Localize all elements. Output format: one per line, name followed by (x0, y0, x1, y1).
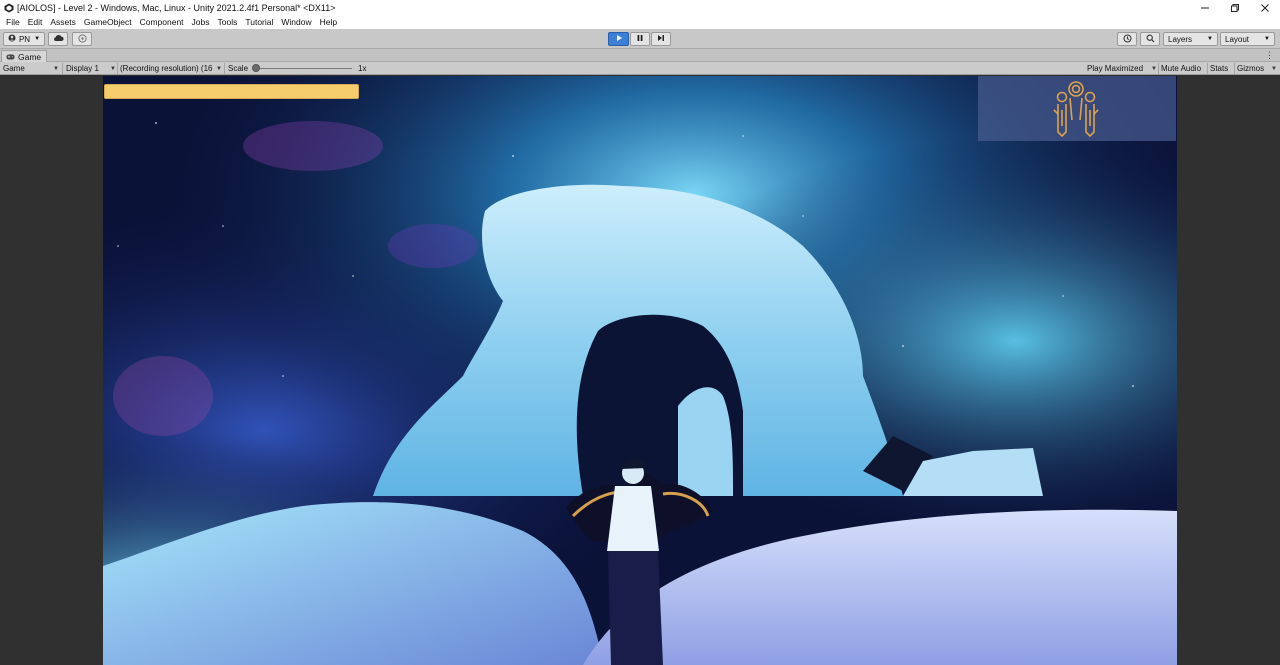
menu-help[interactable]: Help (316, 15, 341, 29)
unity-logo-icon (3, 2, 14, 13)
resolution-label: (Recording resolution) (16 (120, 64, 213, 73)
toolbar-divider (1234, 63, 1235, 74)
window-title: [AIOLOS] - Level 2 - Windows, Mac, Linux… (17, 2, 336, 13)
account-label: PN (18, 34, 31, 44)
play-button[interactable] (608, 32, 629, 46)
play-maximized-label: Play Maximized (1087, 64, 1144, 73)
history-icon (1123, 34, 1132, 45)
tab-game[interactable]: Game (1, 50, 47, 62)
health-bar (104, 84, 359, 99)
mute-audio-toggle[interactable]: Mute Audio (1161, 62, 1201, 75)
game-viewport[interactable] (0, 76, 1280, 665)
scale-slider-track[interactable] (256, 68, 352, 69)
chevron-down-icon: ▼ (53, 65, 59, 72)
collab-button[interactable] (72, 32, 92, 46)
step-icon (657, 34, 665, 44)
layers-label: Layers (1168, 34, 1193, 44)
menu-bar: File Edit Assets GameObject Component Jo… (0, 15, 1280, 29)
chevron-down-icon: ▼ (216, 65, 222, 72)
toolbar-divider (1158, 63, 1159, 74)
tab-game-label: Game (18, 51, 42, 62)
toolbar-divider (224, 63, 225, 74)
tab-menu-icon[interactable]: ⋮ (1265, 49, 1274, 62)
menu-edit[interactable]: Edit (24, 15, 47, 29)
gizmos-toggle[interactable]: Gizmos (1237, 62, 1264, 75)
menu-tools[interactable]: Tools (214, 15, 242, 29)
toolbar-divider (1207, 63, 1208, 74)
resolution-dropdown[interactable]: (Recording resolution) (16 ▼ (120, 62, 222, 75)
account-icon (8, 34, 16, 44)
menu-file[interactable]: File (2, 15, 24, 29)
restore-icon[interactable] (1220, 0, 1250, 15)
chevron-down-icon: ▼ (1264, 36, 1270, 42)
view-mode-dropdown[interactable]: Game ▼ (3, 62, 59, 75)
menu-component[interactable]: Component (136, 15, 188, 29)
menu-window[interactable]: Window (277, 15, 315, 29)
chevron-down-icon[interactable]: ▼ (1268, 62, 1277, 75)
game-view-toolbar: Game ▼ Display 1 ▼ (Recording resolution… (0, 62, 1280, 75)
window-titlebar: [AIOLOS] - Level 2 - Windows, Mac, Linux… (0, 0, 1280, 15)
minimize-icon[interactable] (1190, 0, 1220, 15)
scale-value: 1x (358, 64, 367, 73)
layout-dropdown[interactable]: Layout ▼ (1220, 32, 1275, 46)
pause-icon (636, 34, 644, 44)
view-mode-label: Game (3, 64, 25, 73)
display-label: Display 1 (66, 64, 99, 73)
account-dropdown[interactable]: PN ▼ (3, 32, 45, 46)
chevron-down-icon: ▼ (1207, 36, 1213, 42)
cloud-button[interactable] (48, 32, 68, 46)
menu-assets[interactable]: Assets (46, 15, 80, 29)
menu-tutorial[interactable]: Tutorial (241, 15, 277, 29)
toolbar-divider (117, 63, 118, 74)
chevron-down-icon: ▼ (1151, 65, 1157, 72)
stats-toggle[interactable]: Stats (1210, 62, 1228, 75)
menu-gameobject[interactable]: GameObject (80, 15, 136, 29)
play-maximized-toggle[interactable]: Play Maximized ▼ (1087, 62, 1157, 75)
pause-button[interactable] (630, 32, 650, 46)
window-controls (1190, 0, 1280, 15)
layers-dropdown[interactable]: Layers ▼ (1163, 32, 1218, 46)
gamepad-icon (6, 52, 15, 62)
history-button[interactable] (1117, 32, 1137, 46)
scale-slider-handle[interactable] (252, 64, 260, 72)
search-button[interactable] (1140, 32, 1160, 46)
step-button[interactable] (651, 32, 671, 46)
toolbar-divider (62, 63, 63, 74)
close-icon[interactable] (1250, 0, 1280, 15)
menu-jobs[interactable]: Jobs (188, 15, 214, 29)
twin-spirits-emblem-icon (1048, 80, 1104, 142)
game-scene[interactable] (103, 76, 1177, 665)
scene-render (103, 76, 1177, 665)
scale-label: Scale (228, 64, 249, 73)
display-dropdown[interactable]: Display 1 ▼ (66, 62, 116, 75)
search-icon (1146, 34, 1155, 45)
play-icon (615, 34, 623, 44)
collab-icon (77, 33, 87, 45)
main-toolbar: PN ▼ Layers ▼ Layout ▼ (0, 29, 1280, 49)
minimap (978, 76, 1176, 141)
cloud-icon (53, 34, 64, 44)
layout-label: Layout (1225, 34, 1250, 44)
chevron-down-icon: ▼ (34, 36, 41, 42)
chevron-down-icon: ▼ (110, 65, 116, 72)
game-tab-bar: Game ⋮ (0, 49, 1280, 62)
